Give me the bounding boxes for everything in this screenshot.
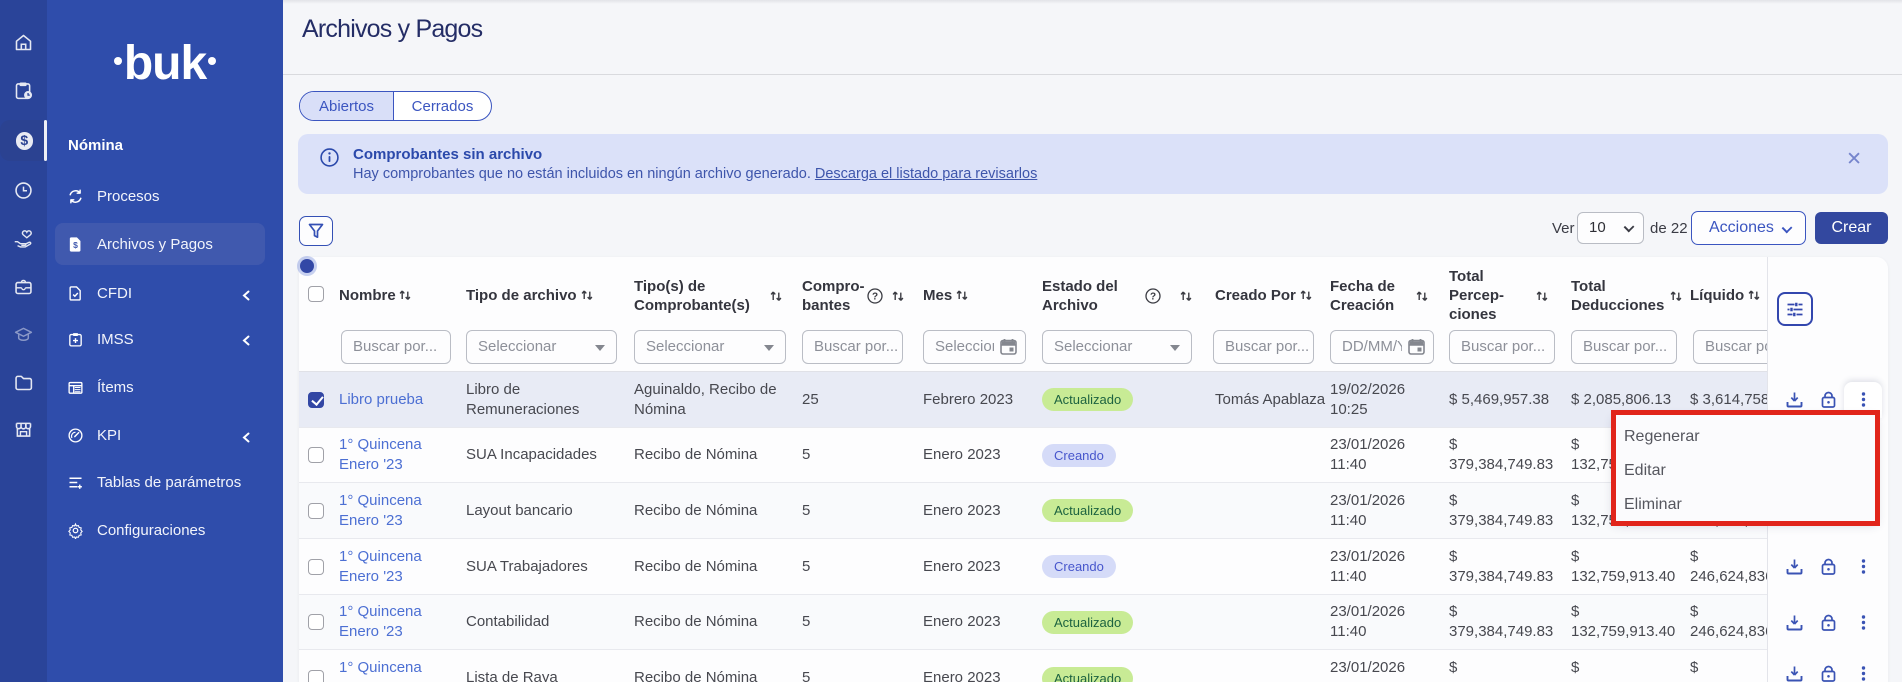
- svg-text:?: ?: [872, 292, 878, 303]
- svg-text:$: $: [73, 240, 78, 250]
- svg-text:?: ?: [1150, 292, 1156, 303]
